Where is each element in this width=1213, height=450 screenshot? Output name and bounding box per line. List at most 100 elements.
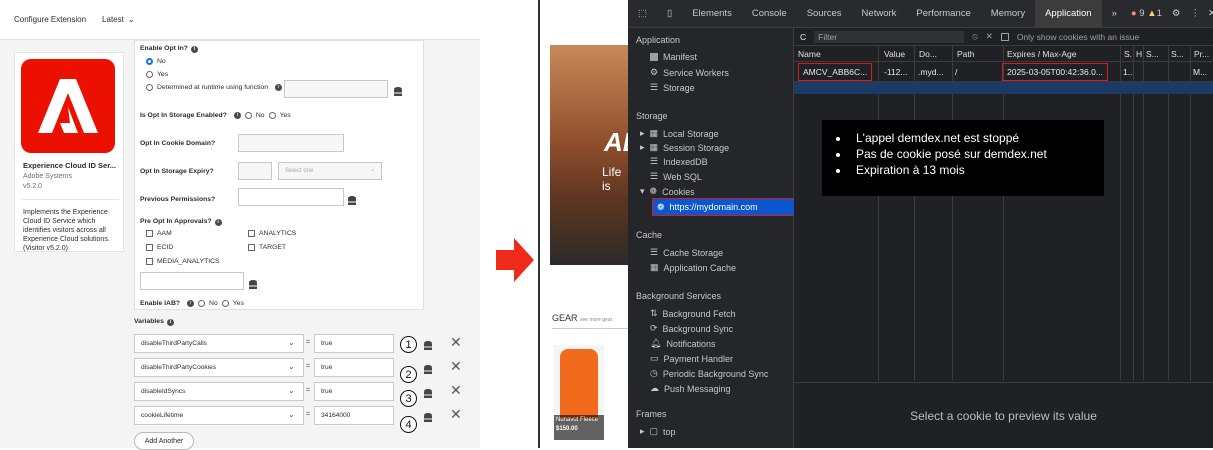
col-path[interactable]: Path — [957, 49, 975, 59]
filter-input[interactable]: Filter — [814, 30, 965, 43]
variable-value-input[interactable]: 34164000 — [314, 406, 394, 425]
data-element-icon[interactable] — [424, 386, 432, 404]
sidebar-item-cookies[interactable]: ▾ ❁ Cookies — [640, 186, 695, 197]
col-name[interactable]: Name — [798, 49, 821, 59]
radio-runtime[interactable]: Determined at runtime using function i — [146, 84, 283, 91]
data-element-icon[interactable] — [249, 277, 257, 295]
previous-permissions-input[interactable] — [238, 188, 344, 206]
chevron-down-icon[interactable]: ⌄ — [288, 410, 295, 419]
tab-application[interactable]: Application — [1035, 0, 1102, 28]
sidebar-item-payment-handler[interactable]: ▭ Payment Handler — [650, 353, 733, 364]
data-element-icon[interactable] — [424, 410, 432, 428]
runtime-function-input[interactable] — [284, 80, 388, 98]
more-options-icon[interactable]: ⋮ — [1186, 8, 1204, 19]
col-expires[interactable]: Expires / Max-Age — [1007, 49, 1076, 59]
remove-icon[interactable]: ✕ — [450, 382, 462, 399]
data-element-icon[interactable] — [348, 193, 356, 211]
variable-name-select[interactable]: disableIdSyncs — [134, 382, 304, 401]
selected-empty-row[interactable] — [794, 82, 1213, 94]
chevron-down-icon[interactable]: ⌄ — [288, 362, 295, 371]
chevron-down-icon[interactable]: ⌄ — [288, 338, 295, 347]
checkbox-target[interactable]: TARGET — [248, 244, 286, 251]
clear-all-icon[interactable]: ⦸ — [972, 31, 978, 42]
gear-icon[interactable]: ⚙ — [1166, 8, 1187, 19]
equals-sign: = — [306, 339, 311, 346]
tab-sources[interactable]: Sources — [797, 8, 852, 19]
column-divider — [952, 46, 953, 381]
cookie-domain-item[interactable]: ❁ https://mydomain.com — [652, 198, 806, 216]
sidebar-item-background-sync[interactable]: ⟳ Background Sync — [650, 323, 733, 334]
previous-permissions-label: Previous Permissions? — [140, 196, 216, 203]
sidebar-item-indexeddb[interactable]: ☰ IndexedDB — [650, 156, 708, 167]
column-divider — [1190, 46, 1191, 381]
tab-performance[interactable]: Performance — [906, 8, 980, 19]
device-toolbar-icon[interactable]: ▯ — [657, 8, 682, 19]
tab-network[interactable]: Network — [852, 8, 907, 19]
remove-icon[interactable]: ✕ — [450, 334, 462, 351]
variable-value-input[interactable]: true — [314, 334, 394, 353]
only-issues-checkbox[interactable] — [1000, 32, 1009, 41]
radio-icon[interactable] — [244, 112, 252, 119]
refresh-icon[interactable]: C — [800, 32, 806, 42]
col-value[interactable]: Value — [884, 49, 905, 59]
variable-name-select[interactable]: disableThirdPartyCalls — [134, 334, 304, 353]
variable-name-select[interactable]: disableThirdPartyCookies — [134, 358, 304, 377]
version-select[interactable]: Latest ⌄ — [102, 15, 135, 24]
checkbox-media-analytics[interactable]: MEDIA_ANALYTICS — [146, 258, 220, 265]
sidebar-item-cache-storage[interactable]: ☰ Cache Storage — [650, 247, 723, 258]
col-size[interactable]: S. — [1124, 49, 1132, 59]
remove-icon[interactable]: ✕ — [450, 406, 462, 423]
delete-icon[interactable]: ✕ — [986, 31, 993, 42]
more-tabs-button[interactable]: » — [1102, 8, 1127, 19]
radio-no[interactable]: No — [146, 58, 166, 65]
sidebar-item-local-storage[interactable]: ▸ ▦ Local Storage — [640, 128, 719, 139]
tab-console[interactable]: Console — [742, 8, 797, 19]
data-element-icon[interactable] — [424, 338, 432, 356]
cookie-domain-input[interactable] — [238, 134, 344, 152]
sidebar-item-web-sql[interactable]: ☰ Web SQL — [650, 171, 702, 182]
col-samesite[interactable]: S... — [1171, 49, 1184, 59]
sidebar-item-service-workers[interactable]: ⚙ Service Workers — [650, 67, 729, 78]
add-another-button[interactable]: Add Another — [134, 432, 194, 450]
radio-icon[interactable] — [221, 300, 229, 307]
product-card[interactable]: Nunavut Fleece $150.00 — [554, 345, 604, 440]
col-domain[interactable]: Do... — [919, 49, 937, 59]
cookie-path: / — [955, 67, 958, 77]
col-priority[interactable]: Pr... — [1194, 49, 1209, 59]
storage-expiry-select[interactable]: Select one ⌄ — [278, 162, 382, 180]
variable-value-input[interactable]: true — [314, 382, 394, 401]
checkbox-ecid[interactable]: ECID — [146, 244, 173, 251]
variable-name-select[interactable]: cookieLifetime — [134, 406, 304, 425]
sidebar-item-background-fetch[interactable]: ⇅ Background Fetch — [650, 308, 736, 319]
col-secure[interactable]: S... — [1146, 49, 1159, 59]
sidebar-item-manifest[interactable]: Manifest — [650, 52, 697, 62]
tab-elements[interactable]: Elements — [682, 8, 742, 19]
approvals-input[interactable] — [140, 272, 244, 290]
remove-icon[interactable]: ✕ — [450, 358, 462, 375]
grid-icon: ▦ — [649, 142, 659, 152]
sidebar-item-frame-top[interactable]: ▸ ▢ top — [640, 426, 676, 437]
inspect-icon[interactable]: ⬚ — [628, 8, 657, 19]
col-httponly[interactable]: H — [1136, 49, 1142, 59]
issues-badge[interactable]: ● 9 ▲1 — [1127, 8, 1166, 19]
data-element-icon[interactable] — [424, 362, 432, 380]
checkbox-analytics[interactable]: ANALYTICS — [248, 230, 296, 237]
sidebar-item-periodic-sync[interactable]: ◷ Periodic Background Sync — [650, 368, 768, 379]
tab-memory[interactable]: Memory — [981, 8, 1035, 19]
checkbox-aam[interactable]: AAM — [146, 230, 172, 237]
data-element-icon[interactable] — [394, 84, 402, 102]
variable-value-input[interactable]: true — [314, 358, 394, 377]
sidebar-item-application-cache[interactable]: ▦ Application Cache — [650, 262, 736, 273]
sidebar-item-storage[interactable]: ☰ Storage — [650, 82, 695, 93]
storage-expiry-input[interactable] — [238, 162, 272, 180]
radio-icon[interactable] — [268, 112, 276, 119]
sidebar-item-push-messaging[interactable]: ☁ Push Messaging — [650, 383, 731, 394]
close-icon[interactable]: ✕ — [1204, 8, 1213, 19]
cookie-row[interactable]: AMCV_ABB6C... -112... .myd... / 2025-03-… — [794, 62, 1213, 82]
chevron-down-icon[interactable]: ⌄ — [288, 386, 295, 395]
radio-icon[interactable] — [198, 300, 206, 307]
sidebar-item-session-storage[interactable]: ▸ ▦ Session Storage — [640, 142, 729, 153]
sidebar-item-notifications[interactable]: 🔔︎ Notifications — [650, 338, 715, 349]
radio-yes[interactable]: Yes — [146, 71, 168, 78]
checkbox-icon — [146, 244, 153, 251]
